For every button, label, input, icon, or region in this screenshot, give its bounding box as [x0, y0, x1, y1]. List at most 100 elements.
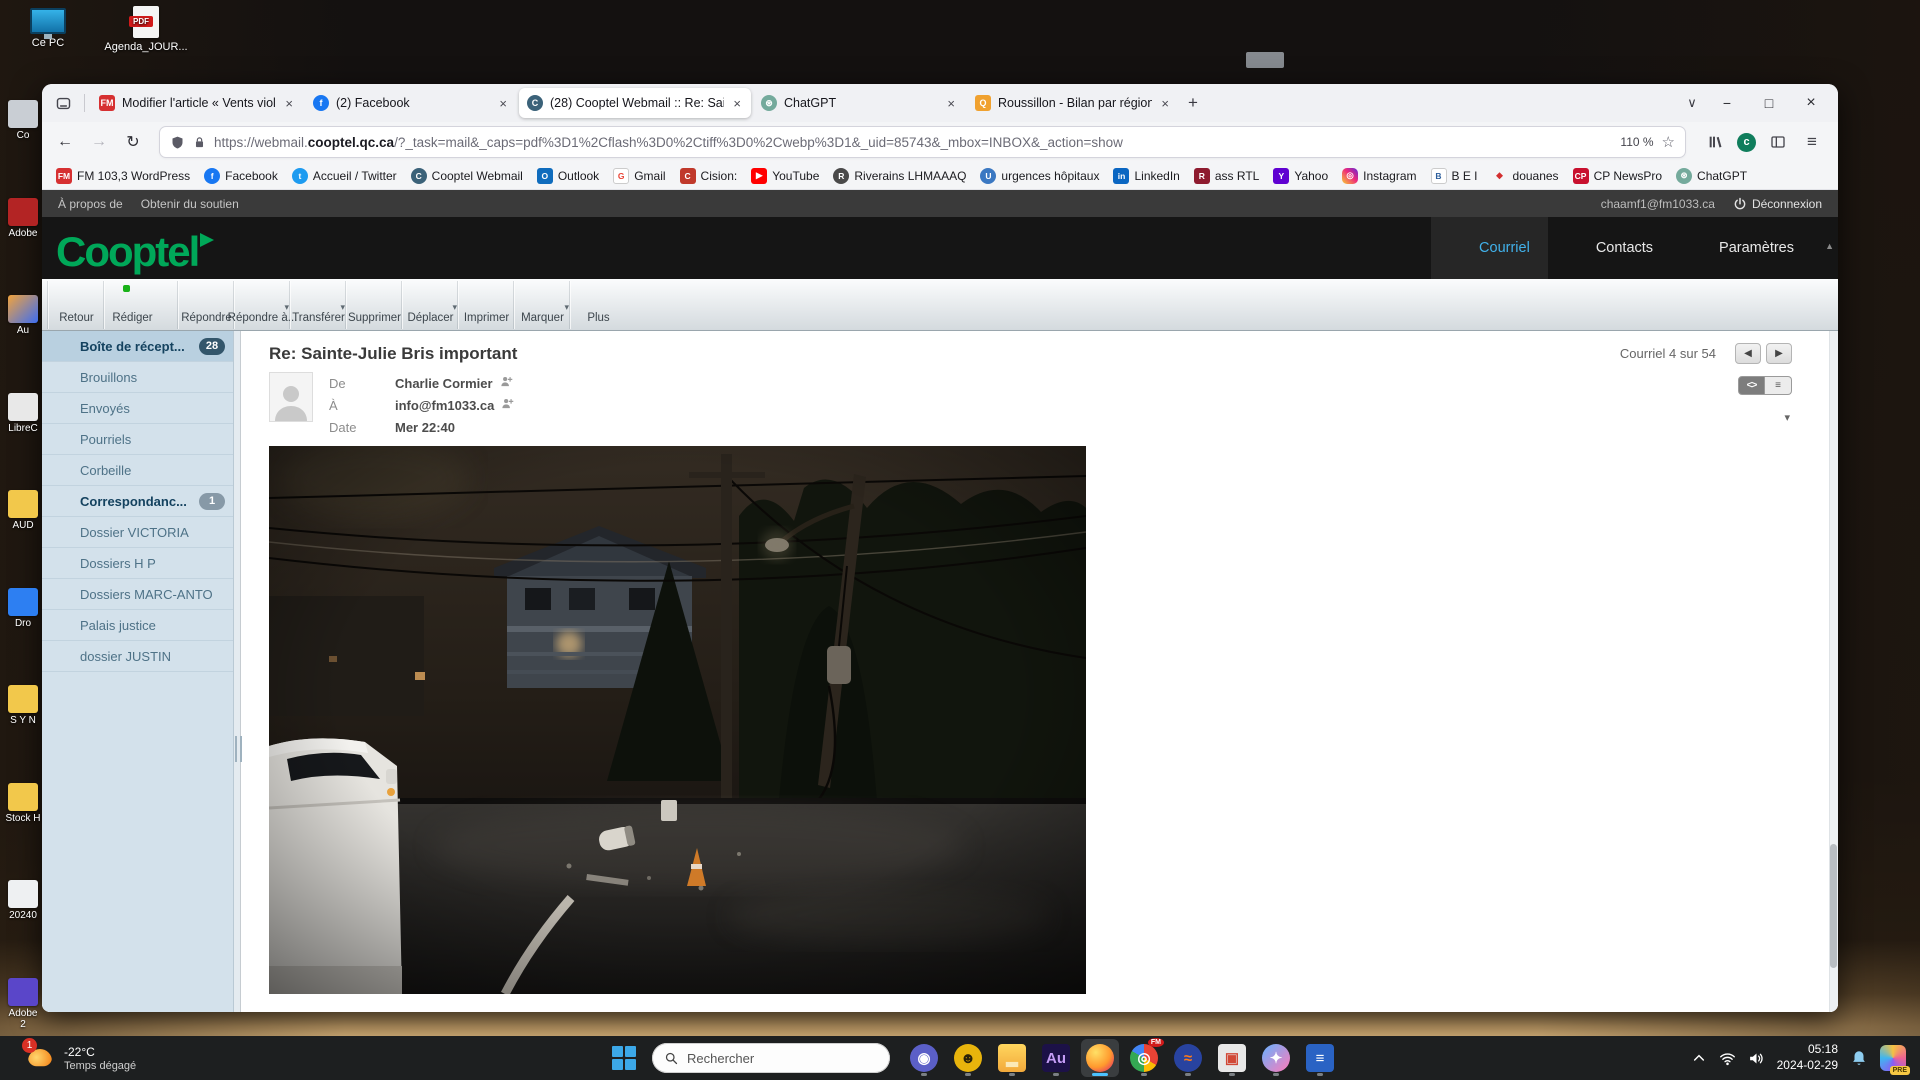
bookmark-linkedin[interactable]: in LinkedIn — [1113, 168, 1179, 184]
about-link[interactable]: À propos de — [58, 197, 123, 211]
weather-widget[interactable]: 1 -22°C Temps dégagé — [26, 1043, 136, 1073]
cooptel-logo[interactable]: Cooptel — [56, 231, 198, 273]
taskbar-chrome[interactable]: ◎ FM — [1125, 1039, 1163, 1077]
account-icon[interactable]: c — [1737, 133, 1756, 152]
nav-courriel[interactable]: Courriel — [1431, 217, 1548, 279]
toolbar-repondre[interactable]: Répondre — [178, 281, 234, 329]
taskbar-audacity[interactable]: ≈ — [1169, 1039, 1207, 1077]
folder-correspondance[interactable]: Correspondanc... 1 — [42, 486, 233, 517]
tracking-shield-icon[interactable] — [170, 135, 185, 150]
plain-text-view-button[interactable]: ≡ — [1765, 376, 1792, 395]
bookmark-star-icon[interactable]: ☆ — [1662, 133, 1675, 151]
tab-close-icon[interactable]: × — [497, 96, 509, 111]
menu-icon[interactable]: ≡ — [1800, 130, 1824, 154]
nav-parametres[interactable]: Paramètres — [1671, 217, 1812, 279]
taskbar-screenshot-app[interactable]: ▣ — [1213, 1039, 1251, 1077]
new-tab-button[interactable]: + — [1179, 90, 1207, 116]
toolbar-imprimer[interactable]: Imprimer — [458, 281, 514, 329]
folder-marc-anto[interactable]: Dossiers MARC-ANTO — [42, 579, 233, 610]
toolbar-rediger[interactable]: Rédiger — [104, 281, 160, 329]
bookmark-riverains[interactable]: R Riverains LHMAAAQ — [833, 168, 966, 184]
list-all-tabs-icon[interactable]: ∨ — [1678, 95, 1706, 111]
toolbar-marquer[interactable]: Marquer — [514, 281, 570, 329]
desktop-icon[interactable]: Stock H — [0, 783, 46, 824]
tab-close-icon[interactable]: × — [731, 96, 743, 111]
toolbar-plus[interactable]: Plus — [570, 281, 626, 329]
maximize-button[interactable]: □ — [1748, 87, 1790, 119]
wordpress-tab[interactable]: FM Modifier l'article « Vents violent × — [91, 88, 303, 118]
toolbar-supprimer[interactable]: Supprimer — [346, 281, 402, 329]
chatgpt-tab[interactable]: ⊛ ChatGPT × — [753, 88, 965, 118]
bookmark-douanes[interactable]: ◆ douanes — [1492, 168, 1559, 184]
bookmark-twitter[interactable]: t Accueil / Twitter — [292, 168, 397, 184]
forward-button[interactable]: → — [84, 128, 114, 156]
tab-close-icon[interactable]: × — [1159, 96, 1171, 111]
taskbar-clock[interactable]: 05:18 2024-02-29 — [1777, 1042, 1838, 1073]
scrollbar-thumb[interactable] — [1830, 844, 1837, 968]
tab-close-icon[interactable]: × — [283, 96, 295, 111]
desktop-icon[interactable]: Adobe 2 — [0, 978, 46, 1030]
previous-message-button[interactable]: ◀ — [1735, 343, 1761, 364]
bookmark-facebook[interactable]: f Facebook — [204, 168, 278, 184]
toolbar-deplacer[interactable]: Déplacer — [402, 281, 458, 329]
taskbar-file-explorer[interactable]: ▂ — [993, 1039, 1031, 1077]
lock-icon[interactable] — [193, 136, 206, 149]
toolbar-retour[interactable]: Retour — [48, 281, 104, 329]
bookmark-outlook[interactable]: O Outlook — [537, 168, 599, 184]
add-contact-icon[interactable] — [500, 397, 515, 413]
bookmark-youtube[interactable]: ▶ YouTube — [751, 168, 819, 184]
bookmark-urgences[interactable]: U urgences hôpitaux — [980, 168, 1099, 184]
bookmark-fm-wordpress[interactable]: FM FM 103,3 WordPress — [56, 168, 190, 184]
desktop-icon[interactable]: LibreC — [0, 393, 46, 434]
folder-brouillons[interactable]: Brouillons — [42, 362, 233, 393]
notification-bell-icon[interactable] — [1850, 1049, 1868, 1067]
taskbar-chat-app[interactable]: ◉ — [905, 1039, 943, 1077]
html-view-button[interactable]: <> — [1738, 376, 1765, 395]
tray-chevron-up-icon[interactable] — [1691, 1050, 1707, 1066]
speaker-icon[interactable] — [1748, 1050, 1765, 1067]
desktop-icon[interactable]: S Y N — [0, 685, 46, 726]
collapse-header-icon[interactable]: ▲ — [1825, 241, 1834, 251]
toolbar-transferer[interactable]: Transférer — [290, 281, 346, 329]
folder-pourriels[interactable]: Pourriels — [42, 424, 233, 455]
bookmark-cision[interactable]: C Cision: — [680, 168, 738, 184]
copilot-icon[interactable]: PRE — [1880, 1045, 1906, 1071]
bookmark-ass-rtl[interactable]: R ass RTL — [1194, 168, 1259, 184]
taskbar-writer[interactable]: ≡ — [1301, 1039, 1339, 1077]
reload-button[interactable]: ↻ — [118, 128, 148, 156]
start-button[interactable] — [612, 1046, 636, 1070]
url-bar[interactable]: https://webmail.cooptel.qc.ca/?_task=mai… — [160, 127, 1685, 157]
firefox-view-icon[interactable] — [48, 90, 78, 116]
add-contact-icon[interactable] — [499, 375, 514, 391]
sidebar-icon[interactable] — [1766, 130, 1790, 154]
bookmark-yahoo[interactable]: Y Yahoo — [1273, 168, 1328, 184]
desktop-icon[interactable]: Au — [0, 295, 46, 336]
desktop-icon[interactable]: Adobe — [0, 198, 46, 239]
folder-palais-justice[interactable]: Palais justice — [42, 610, 233, 641]
folder-envoyes[interactable]: Envoyés — [42, 393, 233, 424]
desktop-icon[interactable]: Dro — [0, 588, 46, 629]
taskbar-adobe-audition[interactable]: Au — [1037, 1039, 1075, 1077]
library-icon[interactable] — [1703, 130, 1727, 154]
toolbar-repondre-a[interactable]: Répondre à... — [234, 281, 290, 329]
support-link[interactable]: Obtenir du soutien — [141, 197, 239, 211]
desktop-icon[interactable]: AUD — [0, 490, 46, 531]
taskbar-firefox[interactable] — [1081, 1039, 1119, 1077]
taskbar-paint[interactable]: ✦ — [1257, 1039, 1295, 1077]
folder-corbeille[interactable]: Corbeille — [42, 455, 233, 486]
back-button[interactable]: ← — [50, 128, 80, 156]
bookmark-bei[interactable]: B B E I — [1431, 168, 1478, 184]
taskbar-voice-app[interactable]: ☻ — [949, 1039, 987, 1077]
desktop-icon-agenda-pdf[interactable]: Agenda_JOUR... — [104, 6, 188, 53]
bookmark-gmail[interactable]: G Gmail — [613, 168, 665, 184]
zoom-level[interactable]: 110 % — [1620, 135, 1653, 149]
desktop-icon[interactable]: Co — [0, 100, 46, 141]
desktop-icon-ce-pc[interactable]: Ce PC — [6, 8, 90, 49]
desktop-icon[interactable]: 20240 — [0, 880, 46, 921]
folder-hp[interactable]: Dossiers H P — [42, 548, 233, 579]
bookmark-chatgpt[interactable]: ⊛ ChatGPT — [1676, 168, 1747, 184]
close-button[interactable]: × — [1790, 87, 1832, 119]
nav-contacts[interactable]: Contacts — [1548, 217, 1671, 279]
next-message-button[interactable]: ▶ — [1766, 343, 1792, 364]
facebook-tab[interactable]: f (2) Facebook × — [305, 88, 517, 118]
